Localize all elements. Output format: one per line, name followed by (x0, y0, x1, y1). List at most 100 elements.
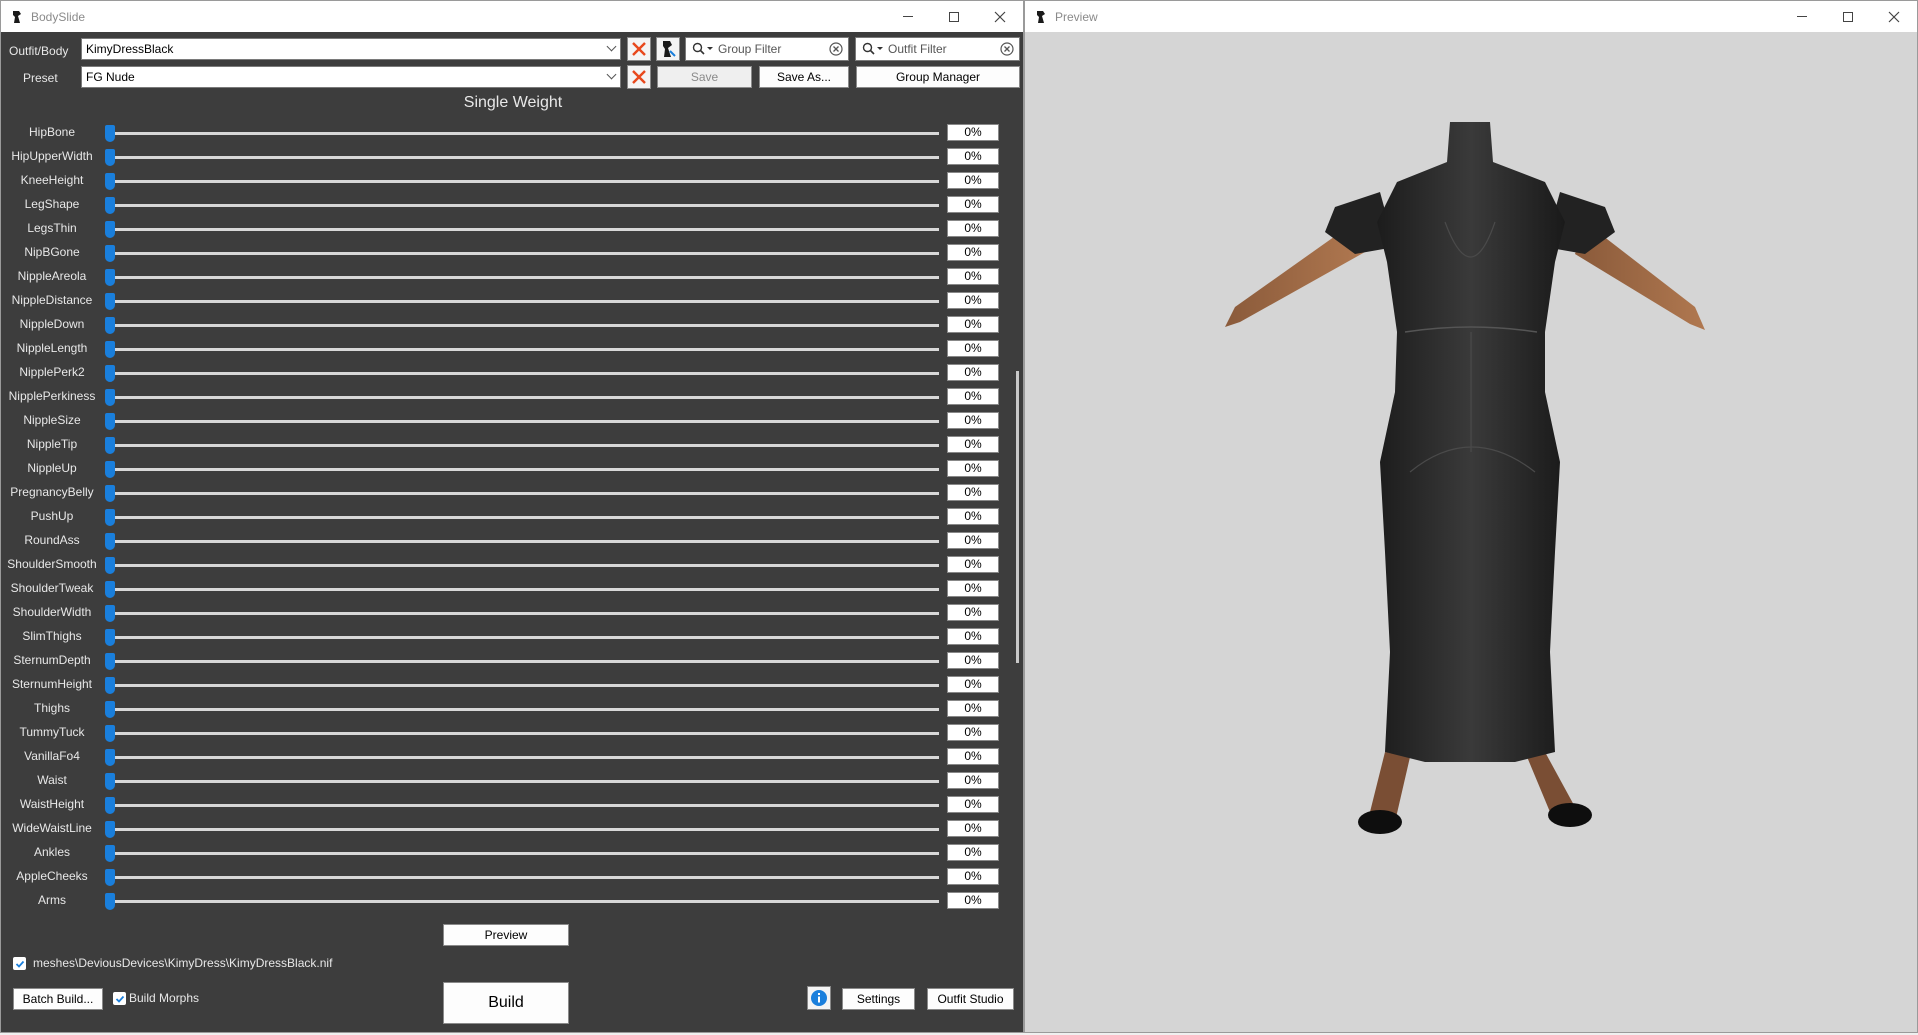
slider-thumb[interactable] (105, 557, 115, 574)
slider-value-input[interactable]: 0% (947, 436, 999, 453)
minimize-button[interactable] (885, 1, 931, 32)
slider-thumb[interactable] (105, 653, 115, 670)
preview-button[interactable]: Preview (443, 924, 569, 946)
outfit-studio-shortcut-button[interactable] (656, 37, 680, 61)
slider-track[interactable] (109, 564, 939, 567)
slider-thumb[interactable] (105, 797, 115, 814)
slider-thumb[interactable] (105, 125, 115, 142)
minimize-button[interactable] (1779, 1, 1825, 32)
slider-thumb[interactable] (105, 845, 115, 862)
slider-thumb[interactable] (105, 485, 115, 502)
preset-select[interactable]: FG Nude (81, 66, 621, 88)
build-button[interactable]: Build (443, 982, 569, 1024)
clear-outfit-button[interactable] (627, 37, 651, 61)
group-filter-input[interactable]: Group Filter (685, 37, 849, 61)
slider-value-input[interactable]: 0% (947, 340, 999, 357)
slider-value-input[interactable]: 0% (947, 796, 999, 813)
slider-track[interactable] (109, 540, 939, 543)
slider-thumb[interactable] (105, 533, 115, 550)
3d-preview-viewport[interactable] (1025, 32, 1917, 1032)
slider-value-input[interactable]: 0% (947, 220, 999, 237)
slider-track[interactable] (109, 300, 939, 303)
slider-value-input[interactable]: 0% (947, 508, 999, 525)
slider-track[interactable] (109, 492, 939, 495)
slider-value-input[interactable]: 0% (947, 316, 999, 333)
slider-track[interactable] (109, 348, 939, 351)
slider-track[interactable] (109, 756, 939, 759)
slider-thumb[interactable] (105, 269, 115, 286)
slider-track[interactable] (109, 228, 939, 231)
close-button[interactable] (1871, 1, 1917, 32)
slider-value-input[interactable]: 0% (947, 628, 999, 645)
slider-value-input[interactable]: 0% (947, 892, 999, 909)
output-path-checkbox[interactable] (13, 957, 26, 970)
slider-track[interactable] (109, 636, 939, 639)
slider-track[interactable] (109, 324, 939, 327)
slider-track[interactable] (109, 876, 939, 879)
slider-track[interactable] (109, 828, 939, 831)
slider-track[interactable] (109, 708, 939, 711)
clear-filter-icon[interactable] (829, 42, 843, 56)
slider-value-input[interactable]: 0% (947, 124, 999, 141)
outfit-select[interactable]: KimyDressBlack (81, 38, 621, 60)
slider-track[interactable] (109, 204, 939, 207)
slider-thumb[interactable] (105, 437, 115, 454)
slider-thumb[interactable] (105, 413, 115, 430)
slider-scrollbar[interactable] (1014, 116, 1022, 918)
slider-value-input[interactable]: 0% (947, 556, 999, 573)
info-button[interactable] (807, 986, 831, 1010)
slider-track[interactable] (109, 276, 939, 279)
build-morphs-checkbox[interactable] (113, 992, 126, 1005)
batch-build-button[interactable]: Batch Build... (13, 988, 103, 1010)
slider-value-input[interactable]: 0% (947, 364, 999, 381)
scrollbar-thumb[interactable] (1016, 371, 1019, 663)
slider-value-input[interactable]: 0% (947, 268, 999, 285)
slider-value-input[interactable]: 0% (947, 844, 999, 861)
slider-value-input[interactable]: 0% (947, 460, 999, 477)
slider-value-input[interactable]: 0% (947, 604, 999, 621)
slider-value-input[interactable]: 0% (947, 196, 999, 213)
slider-track[interactable] (109, 468, 939, 471)
slider-value-input[interactable]: 0% (947, 676, 999, 693)
slider-thumb[interactable] (105, 869, 115, 886)
slider-thumb[interactable] (105, 461, 115, 478)
slider-track[interactable] (109, 372, 939, 375)
slider-track[interactable] (109, 180, 939, 183)
slider-thumb[interactable] (105, 581, 115, 598)
slider-thumb[interactable] (105, 197, 115, 214)
slider-value-input[interactable]: 0% (947, 724, 999, 741)
slider-value-input[interactable]: 0% (947, 388, 999, 405)
maximize-button[interactable] (1825, 1, 1871, 32)
slider-value-input[interactable]: 0% (947, 244, 999, 261)
slider-thumb[interactable] (105, 221, 115, 238)
save-button[interactable]: Save (657, 66, 752, 88)
slider-track[interactable] (109, 804, 939, 807)
close-button[interactable] (977, 1, 1023, 32)
slider-track[interactable] (109, 132, 939, 135)
slider-track[interactable] (109, 396, 939, 399)
group-manager-button[interactable]: Group Manager (856, 66, 1020, 88)
slider-value-input[interactable]: 0% (947, 292, 999, 309)
slider-thumb[interactable] (105, 701, 115, 718)
slider-thumb[interactable] (105, 317, 115, 334)
slider-track[interactable] (109, 252, 939, 255)
slider-track[interactable] (109, 852, 939, 855)
slider-track[interactable] (109, 612, 939, 615)
slider-track[interactable] (109, 660, 939, 663)
slider-track[interactable] (109, 900, 939, 903)
slider-thumb[interactable] (105, 749, 115, 766)
slider-thumb[interactable] (105, 893, 115, 910)
slider-track[interactable] (109, 588, 939, 591)
outfit-studio-button[interactable]: Outfit Studio (927, 988, 1014, 1010)
slider-value-input[interactable]: 0% (947, 412, 999, 429)
clear-preset-button[interactable] (627, 65, 651, 89)
slider-value-input[interactable]: 0% (947, 700, 999, 717)
slider-track[interactable] (109, 732, 939, 735)
slider-value-input[interactable]: 0% (947, 148, 999, 165)
slider-track[interactable] (109, 516, 939, 519)
settings-button[interactable]: Settings (842, 988, 915, 1010)
slider-thumb[interactable] (105, 725, 115, 742)
save-as-button[interactable]: Save As... (759, 66, 849, 88)
slider-value-input[interactable]: 0% (947, 652, 999, 669)
slider-value-input[interactable]: 0% (947, 748, 999, 765)
